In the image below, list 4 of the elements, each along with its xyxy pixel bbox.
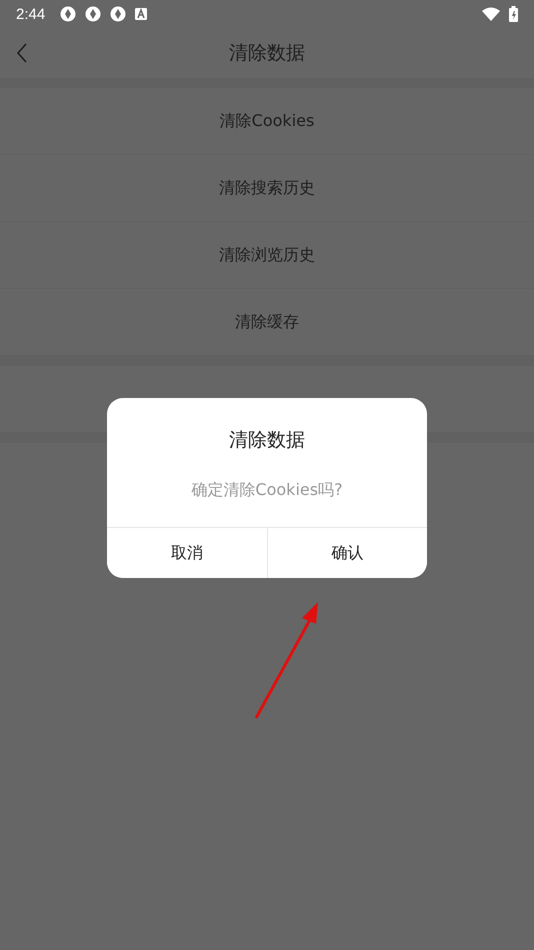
dialog-message: 确定清除Cookies吗? <box>190 480 344 500</box>
page-title: 清除数据 <box>229 41 305 66</box>
dialog-title: 清除数据 <box>228 428 306 452</box>
status-time: 2:44 <box>16 6 46 22</box>
